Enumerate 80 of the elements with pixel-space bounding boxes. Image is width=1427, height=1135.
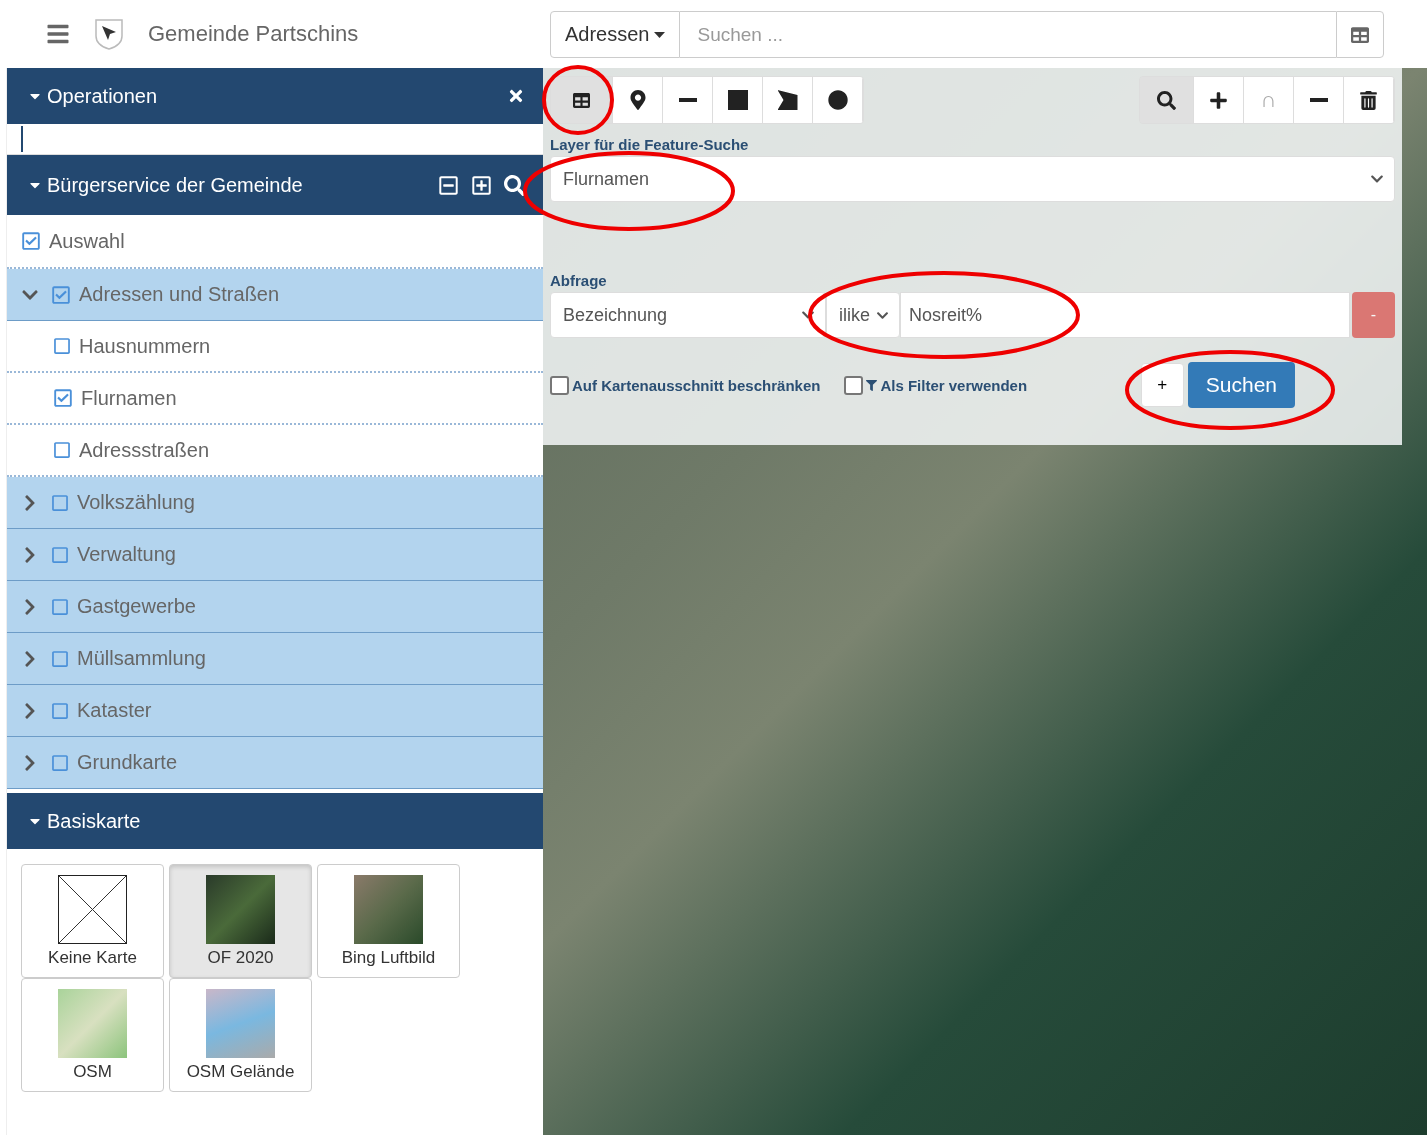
checked-checkbox[interactable] (53, 388, 73, 408)
basemap-tile[interactable]: OF 2020 (169, 864, 312, 978)
basemap-tile[interactable]: Keine Karte (21, 864, 164, 978)
unchecked-checkbox[interactable] (51, 701, 69, 720)
unchecked-checkbox[interactable] (51, 649, 69, 668)
map-pin-tool[interactable] (613, 77, 663, 123)
add-button[interactable]: + (1140, 363, 1184, 407)
panel-title: Bürgerservice der Gemeinde (47, 173, 304, 197)
square-tool[interactable] (713, 77, 763, 123)
checkbox[interactable] (844, 375, 864, 395)
field-label: Layer für die Feature-Suche (550, 136, 750, 153)
search-submit-button[interactable]: Suchen (1187, 362, 1295, 408)
search-field[interactable]: Suchen ... (679, 11, 1336, 58)
layer-group-label[interactable]: Verwaltung (77, 543, 176, 566)
circle-tool[interactable] (813, 77, 863, 123)
layer-group-label[interactable]: Volkszählung (77, 491, 195, 514)
minus-tool[interactable] (1294, 77, 1344, 123)
panel-header[interactable]: Bürgerservice der Gemeinde (7, 155, 543, 215)
plus-tool[interactable] (1194, 77, 1244, 123)
map-thumbnail (206, 874, 275, 944)
field-label: Abfrage (550, 272, 608, 289)
crossed-box-icon (58, 874, 127, 944)
trash-icon (1359, 90, 1378, 110)
unchecked-checkbox[interactable] (51, 753, 69, 772)
panel-title: Operationen (47, 84, 159, 108)
map-thumbnail (58, 988, 127, 1058)
layer-label[interactable]: Auswahl (49, 229, 125, 253)
text-cursor (21, 126, 23, 152)
unchecked-checkbox[interactable] (51, 597, 69, 616)
table-button[interactable] (1336, 11, 1384, 58)
map-pin-icon (627, 90, 648, 110)
value-input[interactable]: Nosreit% (900, 292, 1350, 338)
layer-select[interactable]: Flurnamen (550, 156, 1395, 202)
caret-icon (653, 31, 665, 38)
panel-title: Basiskarte (47, 809, 142, 833)
table-icon (573, 91, 590, 109)
option-label: Als Filter verwenden (880, 376, 1028, 394)
basemap-tile[interactable]: OSM Gelände (169, 978, 312, 1092)
layer-group-label[interactable]: Müllsammlung (77, 647, 206, 670)
search-icon (1157, 90, 1176, 110)
layer-group-label[interactable]: Grundkarte (77, 751, 178, 774)
basemap-tile[interactable]: Bing Luftbild (317, 864, 460, 978)
search-tool[interactable] (1140, 77, 1194, 123)
layer-label[interactable]: Flurnamen (81, 386, 177, 410)
checkbox[interactable] (550, 375, 569, 395)
plus-icon (1209, 90, 1228, 110)
line-tool[interactable] (663, 77, 713, 123)
layer-group-label[interactable]: Adressen und Straßen (79, 283, 280, 306)
category-dropdown[interactable]: Adressen (550, 11, 680, 58)
unchecked-checkbox[interactable] (53, 441, 71, 459)
option-label: Auf Kartenausschnitt beschränken (572, 376, 821, 394)
search-icon (504, 174, 525, 196)
map-thumbnail (354, 874, 423, 944)
menu-icon[interactable] (46, 22, 70, 46)
trash-tool[interactable] (1344, 77, 1394, 123)
panel-header[interactable]: Operationen (7, 68, 543, 124)
layer-group-label[interactable]: Kataster (77, 699, 152, 722)
layer-label[interactable]: Hausnummern (79, 334, 211, 358)
close-icon (507, 87, 525, 105)
unchecked-checkbox[interactable] (51, 493, 69, 512)
panel-header[interactable]: Basiskarte (7, 793, 543, 849)
map-thumbnail (206, 988, 275, 1058)
table-icon (1351, 25, 1369, 44)
circle-icon (827, 90, 848, 110)
layer-label[interactable]: Adressstraßen (79, 438, 210, 462)
square-icon (727, 90, 748, 110)
annotation-ellipse (542, 65, 614, 135)
minus-icon (1309, 98, 1328, 102)
layer-group-label[interactable]: Gastgewerbe (77, 595, 196, 618)
polygon-icon (777, 90, 798, 110)
unchecked-checkbox[interactable] (53, 337, 71, 355)
attribute-select[interactable]: Bezeichnung (550, 292, 826, 338)
checked-checkbox[interactable] (21, 231, 41, 251)
shield-logo-icon (94, 18, 124, 50)
app-title: Gemeinde Partschins (148, 21, 359, 47)
unchecked-checkbox[interactable] (51, 545, 69, 564)
checked-checkbox[interactable] (51, 284, 71, 305)
basemap-tile[interactable]: OSM (21, 978, 164, 1092)
operator-select[interactable]: ilike (826, 292, 900, 338)
polygon-tool[interactable] (763, 77, 813, 123)
